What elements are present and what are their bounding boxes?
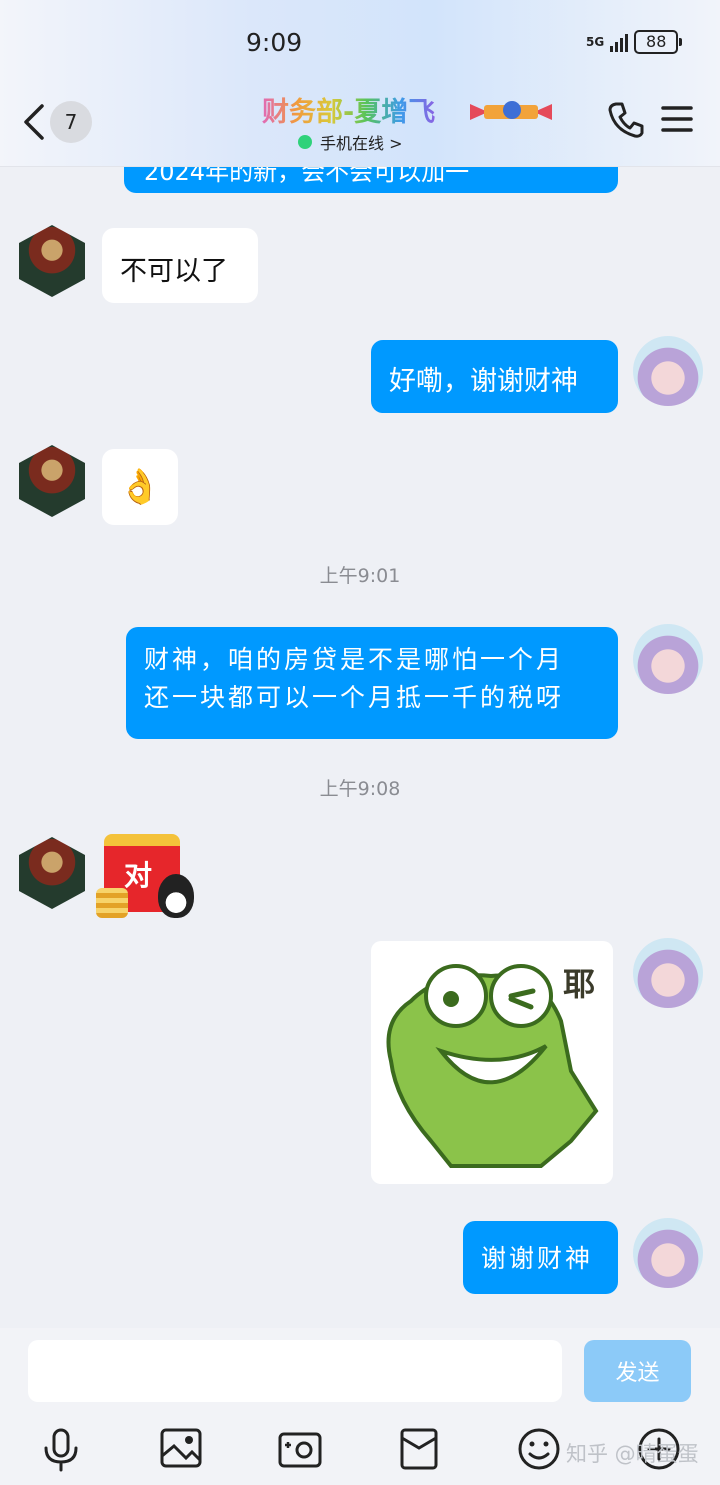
send-button[interactable]: 发送 [584, 1340, 691, 1402]
message-text: 好嘞，谢谢财神 [389, 366, 578, 397]
message-text-line-1: 财神，咱的房贷是不是哪怕一个月 [144, 645, 565, 674]
chat-header: 7 财务部-夏增飞 手机在线 > [0, 80, 720, 167]
unread-count-badge: 7 [50, 101, 92, 143]
online-status-text: 手机在线 > [320, 134, 403, 153]
timestamp: 上午9:01 [319, 565, 401, 587]
my-avatar[interactable] [633, 1218, 703, 1288]
phone-icon[interactable] [606, 100, 646, 140]
message-text-line-2: 还一块都可以一个月抵一千的税呀 [144, 683, 565, 712]
message-bubble-incoming[interactable]: 不可以了 [102, 228, 258, 303]
sticker-frog[interactable]: 耶 [371, 941, 613, 1184]
my-avatar[interactable] [633, 336, 703, 406]
message-bubble-incoming[interactable]: 👌 [102, 449, 178, 525]
message-bubble-outgoing[interactable]: 谢谢财神 [463, 1221, 618, 1294]
my-avatar[interactable] [633, 938, 703, 1008]
sticker-text: 对 [124, 859, 153, 892]
chat-title[interactable]: 财务部-夏增飞 [262, 90, 435, 129]
composer: 发送 知乎 @晴蛋蛋 [0, 1328, 720, 1485]
message-text: 不可以了 [120, 256, 228, 287]
penguin-icon [158, 874, 194, 918]
sticker-hongbao[interactable]: 对 [96, 830, 200, 922]
message-input[interactable] [28, 1340, 562, 1402]
contact-avatar[interactable] [19, 837, 85, 909]
online-dot-icon [298, 135, 312, 149]
coins-icon [96, 888, 128, 918]
menu-icon[interactable] [660, 104, 694, 134]
chevron-left-icon [24, 104, 44, 140]
message-text: 谢谢财神 [481, 1244, 594, 1273]
ok-hand-icon: 👌 [118, 467, 162, 507]
my-avatar[interactable] [633, 624, 703, 694]
contact-avatar[interactable] [19, 225, 85, 297]
red-packet-icon[interactable] [400, 1428, 438, 1470]
back-button[interactable]: 7 [22, 100, 102, 144]
sticker-text: 耶 [563, 965, 596, 1003]
camera-icon[interactable] [278, 1428, 322, 1468]
vip-badge-icon [470, 101, 552, 120]
message-bubble-outgoing[interactable]: 好嘞，谢谢财神 [371, 340, 618, 413]
microphone-icon[interactable] [42, 1428, 80, 1472]
timestamp: 上午9:08 [319, 778, 401, 800]
image-icon[interactable] [160, 1428, 202, 1468]
message-bubble-outgoing[interactable]: 财神，咱的房贷是不是哪怕一个月 还一块都可以一个月抵一千的税呀 [126, 627, 618, 739]
emoji-icon[interactable] [518, 1428, 560, 1470]
contact-avatar[interactable] [19, 445, 85, 517]
message-list[interactable]: 2024年的新，会不会可以加一 不可以了 好嘞，谢谢财神 👌 上午9:01 财神… [0, 0, 720, 1330]
watermark: 知乎 @晴蛋蛋 [566, 1442, 699, 1466]
online-status[interactable]: 手机在线 > [298, 130, 403, 154]
